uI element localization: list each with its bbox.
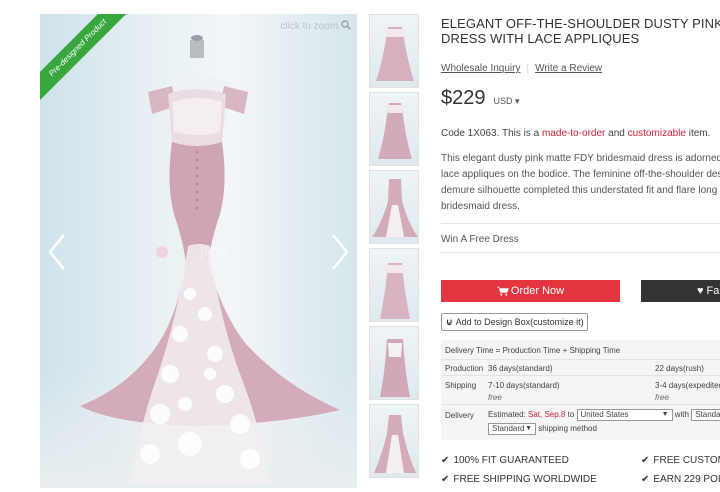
order-now-label: Order Now	[510, 285, 565, 297]
thumbnail-5[interactable]	[369, 326, 419, 400]
product-details: ELEGANT OFF-THE-SHOULDER DUSTY PINK FDY …	[441, 16, 720, 253]
order-now-button[interactable]: Order Now	[441, 280, 620, 302]
divider	[441, 252, 720, 253]
production-standard: 36 days(standard)	[488, 364, 553, 373]
thumbnail-1[interactable]	[369, 14, 419, 88]
code-prefix: Code 1X063. This is a	[441, 128, 542, 139]
link-separator: |	[526, 63, 530, 74]
zoom-hint-label: click to zoom	[280, 21, 339, 32]
favorite-button[interactable]: ♥ Fa	[641, 280, 720, 302]
code-and: and	[605, 128, 628, 139]
caret-down-icon: ▼	[525, 425, 532, 432]
guarantee-points-label: EARN 229 POIN	[653, 474, 720, 485]
delivery-label: Delivery	[445, 411, 474, 420]
shipping-label: Shipping	[445, 381, 477, 390]
currency-selector[interactable]: USD ▾	[494, 96, 520, 107]
estimated-date: Sat, Sep.8	[528, 410, 566, 420]
shipping-expedited: 3-4 days(expedited)	[655, 381, 720, 390]
chevron-right-icon[interactable]	[329, 232, 351, 272]
description-line-4: bridesmaid dress.	[441, 201, 520, 212]
guarantee-points: ✔EARN 229 POIN	[641, 474, 720, 485]
check-icon: ✔	[641, 455, 650, 466]
shipping-standard: 7-10 days(standard)	[488, 381, 560, 390]
design-box-icon: ⊍	[446, 316, 453, 327]
inquiry-links: Wholesale Inquiry | Write a Review	[441, 63, 720, 74]
shipping-method-select[interactable]: Standard ▼	[488, 423, 536, 435]
product-title: ELEGANT OFF-THE-SHOULDER DUSTY PINK FDY …	[441, 16, 720, 46]
search-icon	[341, 20, 351, 30]
shipping-method-value: Standard	[492, 424, 525, 433]
delivery-estimate: Estimated: Sat, Sep.8 to United States ▼ …	[488, 409, 720, 421]
delivery-row-divider	[441, 359, 720, 360]
add-to-design-box-button[interactable]: ⊍ Add to Design Box(customize it)	[441, 313, 588, 331]
guarantee-fit: ✔ 100% FIT GUARANTEED	[441, 455, 569, 466]
made-to-order-link[interactable]: made-to-order	[542, 128, 605, 139]
description-line-3: demure silhouette completed this underst…	[441, 185, 718, 196]
check-icon: ✔	[441, 455, 450, 466]
price-row: $229 USD ▾	[441, 87, 720, 110]
shipping-expedited-cost: free	[655, 393, 669, 402]
zoom-hint[interactable]: click to zoom	[280, 20, 351, 32]
delivery-row-divider	[441, 404, 720, 405]
shipping-option-value: Standard	[695, 410, 720, 419]
thumbnail-4[interactable]	[369, 248, 419, 322]
description-line-1: This elegant dusty pink matte FDY brides…	[441, 153, 720, 164]
delivery-row-divider	[441, 375, 720, 376]
estimated-to: to	[565, 410, 575, 420]
production-label: Production	[445, 364, 484, 373]
add-to-design-label: Add to Design Box(customize it)	[455, 317, 584, 327]
write-review-link[interactable]: Write a Review	[535, 63, 602, 74]
wholesale-inquiry-link[interactable]: Wholesale Inquiry	[441, 63, 520, 74]
svg-text:Jiedi: Jiedi	[199, 245, 227, 260]
heart-icon: ♥	[697, 285, 704, 297]
with-label: with	[674, 410, 689, 420]
product-title-line-2: DRESS WITH LACE APPLIQUES	[441, 31, 640, 46]
caret-down-icon: ▾	[515, 96, 520, 106]
shipping-standard-cost: free	[488, 393, 502, 402]
chevron-left-icon[interactable]	[46, 232, 68, 272]
win-free-dress[interactable]: Win A Free Dress	[441, 234, 720, 245]
thumbnail-6[interactable]	[369, 404, 419, 478]
guarantee-shipping-label: FREE SHIPPING WORLDWIDE	[453, 474, 597, 485]
thumbnail-3[interactable]	[369, 170, 419, 244]
country-select[interactable]: United States ▼	[576, 409, 673, 421]
estimated-prefix: Estimated:	[488, 410, 529, 420]
currency-label: USD	[493, 96, 513, 106]
shipping-option-select[interactable]: Standard	[691, 409, 720, 421]
check-icon: ✔	[641, 474, 650, 485]
divider	[441, 223, 720, 224]
check-icon: ✔	[441, 474, 450, 485]
main-product-image[interactable]: Jiedi Pre-designed Product click to zoom	[40, 14, 357, 488]
product-description: This elegant dusty pink matte FDY brides…	[441, 151, 720, 215]
method-row: Standard ▼ shipping method	[488, 423, 597, 435]
guarantee-fit-label: 100% FIT GUARANTEED	[453, 455, 569, 466]
delivery-header: Delivery Time = Production Time + Shippi…	[445, 346, 621, 355]
thumbnail-strip	[369, 14, 421, 482]
guarantee-custom-label: FREE CUSTOM S	[653, 455, 720, 466]
delivery-panel: Delivery Time = Production Time + Shippi…	[441, 340, 720, 440]
badge-wrapper: Pre-designed Product	[40, 14, 130, 104]
customizable-link[interactable]: customizable	[628, 128, 686, 139]
country-value: United States	[580, 410, 629, 419]
cart-icon	[496, 286, 509, 296]
production-rush: 22 days(rush)	[655, 364, 704, 373]
code-suffix: item.	[685, 128, 711, 139]
thumbnail-2[interactable]	[369, 92, 419, 166]
method-suffix: shipping method	[538, 424, 597, 434]
caret-down-icon: ▼	[661, 411, 669, 418]
guarantee-custom: ✔FREE CUSTOM S	[641, 455, 720, 466]
description-line-2: lace appliques on the bodice. The femini…	[441, 169, 720, 180]
guarantee-shipping: ✔ FREE SHIPPING WORLDWIDE	[441, 474, 597, 485]
product-title-line-1: ELEGANT OFF-THE-SHOULDER DUSTY PINK FDY	[441, 16, 720, 31]
favorite-label: Fa	[706, 285, 720, 297]
pre-designed-badge: Pre-designed Product	[40, 14, 130, 104]
price: $229	[441, 87, 486, 109]
product-code: Code 1X063. This is a made-to-order and …	[441, 128, 720, 139]
